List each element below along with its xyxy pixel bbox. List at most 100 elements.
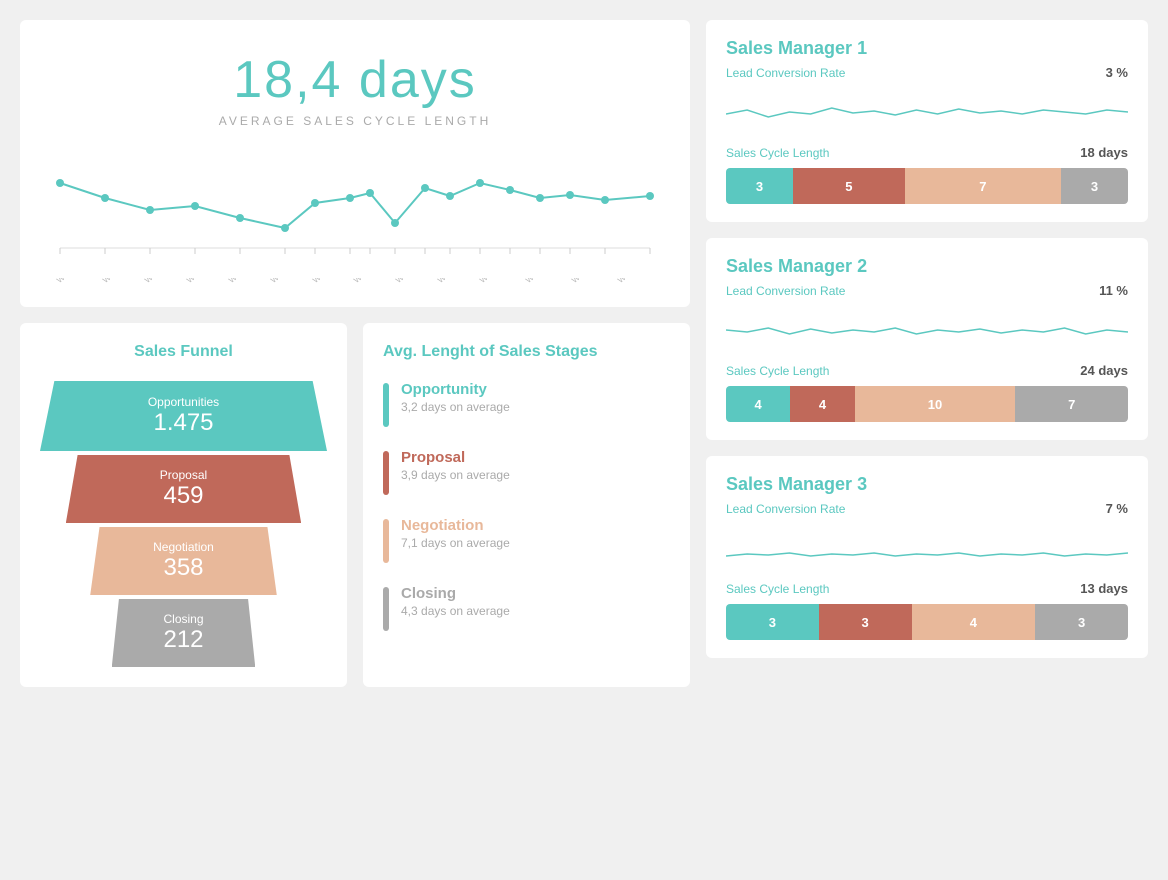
manager-3-seg-1: 3 (819, 604, 912, 640)
manager-1-seg-0: 3 (726, 168, 793, 204)
funnel-step-1-label: Proposal (160, 468, 207, 482)
avg-length-title: Avg. Lenght of Sales Stages (383, 343, 670, 361)
bottom-left-panel: Sales Funnel Opportunities 1.475 Proposa… (20, 323, 690, 687)
manager-2-scl-label: Sales Cycle Length (726, 364, 829, 378)
stage-name-3: Closing (401, 585, 510, 602)
stage-indicator-2 (383, 519, 389, 563)
manager-1-scl-value: 18 days (1080, 145, 1128, 160)
x-label-13: W 13 2016 (616, 278, 651, 285)
stage-info-2: Negotiation 7,1 days on average (401, 517, 510, 550)
stage-info-3: Closing 4,3 days on average (401, 585, 510, 618)
manager-2-seg-0: 4 (726, 386, 790, 422)
funnel-step-1-value: 459 (163, 482, 203, 510)
x-label-8: W 8 2016 (394, 278, 426, 285)
manager-3-lcr-label: Lead Conversion Rate (726, 502, 845, 516)
manager-3-segment-bar: 3 3 4 3 (726, 604, 1128, 640)
manager-3-lcr-row: Lead Conversion Rate 7 % (726, 501, 1128, 516)
stage-item-2: Negotiation 7,1 days on average (383, 517, 670, 563)
manager-3-scl-label: Sales Cycle Length (726, 582, 829, 596)
funnel-step-3-value: 212 (163, 626, 203, 654)
x-label-2: W 2 2016 (143, 278, 175, 285)
stage-info-0: Opportunity 3,2 days on average (401, 381, 510, 414)
manager-1-scl-row: Sales Cycle Length 18 days (726, 145, 1128, 160)
manager-1-lcr-label: Lead Conversion Rate (726, 66, 845, 80)
manager-2-lcr-row: Lead Conversion Rate 11 % (726, 283, 1128, 298)
manager-2-sparkline (726, 310, 1128, 350)
stage-item-0: Opportunity 3,2 days on average (383, 381, 670, 427)
x-label-9: W 9 2016 (436, 278, 468, 285)
funnel-step-1: Proposal 459 (66, 455, 301, 523)
manager-1-sparkline (726, 92, 1128, 132)
stage-item-3: Closing 4,3 days on average (383, 585, 670, 631)
manager-1-title: Sales Manager 1 (726, 38, 1128, 59)
funnel-step-3: Closing 212 (112, 599, 256, 667)
manager-3-seg-2: 4 (912, 604, 1036, 640)
stage-sub-3: 4,3 days on average (401, 604, 510, 618)
x-label-11: W 11 2016 (524, 278, 559, 285)
sales-funnel-card: Sales Funnel Opportunities 1.475 Proposa… (20, 323, 347, 687)
manager-2-seg-1: 4 (790, 386, 854, 422)
stage-indicator-1 (383, 451, 389, 495)
manager-1-lcr-value: 3 % (1106, 65, 1128, 80)
stage-indicator-0 (383, 383, 389, 427)
manager-3-seg-3: 3 (1035, 604, 1128, 640)
x-label-4: W 4 2016 (227, 278, 259, 285)
avg-days-label: AVERAGE SALES CYCLE LENGTH (50, 114, 660, 128)
x-label-6: W 6 2016 (311, 278, 343, 285)
manager-3-sparkline (726, 528, 1128, 568)
managers-panel: Sales Manager 1 Lead Conversion Rate 3 %… (706, 20, 1148, 687)
funnel-step-0-value: 1.475 (153, 409, 213, 437)
funnel-step-2-value: 358 (163, 554, 203, 582)
manager-3-seg-0: 3 (726, 604, 819, 640)
x-label-12: W 12 2016 (570, 278, 605, 285)
manager-1-card: Sales Manager 1 Lead Conversion Rate 3 %… (706, 20, 1148, 222)
funnel-step-2-label: Negotiation (153, 540, 214, 554)
manager-2-seg-3: 7 (1015, 386, 1128, 422)
avg-cycle-card: 18,4 days AVERAGE SALES CYCLE LENGTH (20, 20, 690, 307)
manager-1-seg-1: 5 (793, 168, 905, 204)
manager-3-scl-row: Sales Cycle Length 13 days (726, 581, 1128, 596)
manager-1-lcr-row: Lead Conversion Rate 3 % (726, 65, 1128, 80)
manager-1-seg-3: 3 (1061, 168, 1128, 204)
dashboard: 18,4 days AVERAGE SALES CYCLE LENGTH (20, 20, 1148, 687)
manager-1-scl-label: Sales Cycle Length (726, 146, 829, 160)
funnel-container: Opportunities 1.475 Proposal 459 Negotia… (40, 381, 327, 667)
manager-2-title: Sales Manager 2 (726, 256, 1128, 277)
manager-3-lcr-value: 7 % (1106, 501, 1128, 516)
stage-info-1: Proposal 3,9 days on average (401, 449, 510, 482)
funnel-title: Sales Funnel (40, 343, 327, 361)
x-label-10: W 10 2016 (478, 278, 513, 285)
stage-name-1: Proposal (401, 449, 510, 466)
manager-1-seg-2: 7 (905, 168, 1061, 204)
manager-2-seg-2: 10 (855, 386, 1016, 422)
stage-sub-1: 3,9 days on average (401, 468, 510, 482)
stage-indicator-3 (383, 587, 389, 631)
stage-sub-2: 7,1 days on average (401, 536, 510, 550)
manager-2-card: Sales Manager 2 Lead Conversion Rate 11 … (706, 238, 1148, 440)
funnel-step-2: Negotiation 358 (90, 527, 277, 595)
avg-length-card: Avg. Lenght of Sales Stages Opportunity … (363, 323, 690, 687)
manager-3-title: Sales Manager 3 (726, 474, 1128, 495)
funnel-step-0: Opportunities 1.475 (40, 381, 327, 451)
x-label-7: W 7 2016 (352, 278, 384, 285)
main-sparkline (50, 148, 660, 278)
manager-2-scl-value: 24 days (1080, 363, 1128, 378)
stage-sub-0: 3,2 days on average (401, 400, 510, 414)
manager-1-segment-bar: 3 5 7 3 (726, 168, 1128, 204)
x-label-3: W 3 2016 (185, 278, 217, 285)
funnel-step-0-label: Opportunities (148, 395, 219, 409)
x-label-1: W 1 2016 (101, 278, 133, 285)
x-label-5: W 5 2016 (269, 278, 301, 285)
avg-days-value: 18,4 days (50, 50, 660, 110)
stage-name-0: Opportunity (401, 381, 510, 398)
manager-2-lcr-value: 11 % (1099, 283, 1128, 298)
manager-3-card: Sales Manager 3 Lead Conversion Rate 7 %… (706, 456, 1148, 658)
manager-2-lcr-label: Lead Conversion Rate (726, 284, 845, 298)
x-label-0: W 53 2015 (55, 278, 90, 285)
manager-2-scl-row: Sales Cycle Length 24 days (726, 363, 1128, 378)
manager-2-segment-bar: 4 4 10 7 (726, 386, 1128, 422)
stage-item-1: Proposal 3,9 days on average (383, 449, 670, 495)
stage-name-2: Negotiation (401, 517, 510, 534)
manager-3-scl-value: 13 days (1080, 581, 1128, 596)
funnel-step-3-label: Closing (163, 612, 203, 626)
